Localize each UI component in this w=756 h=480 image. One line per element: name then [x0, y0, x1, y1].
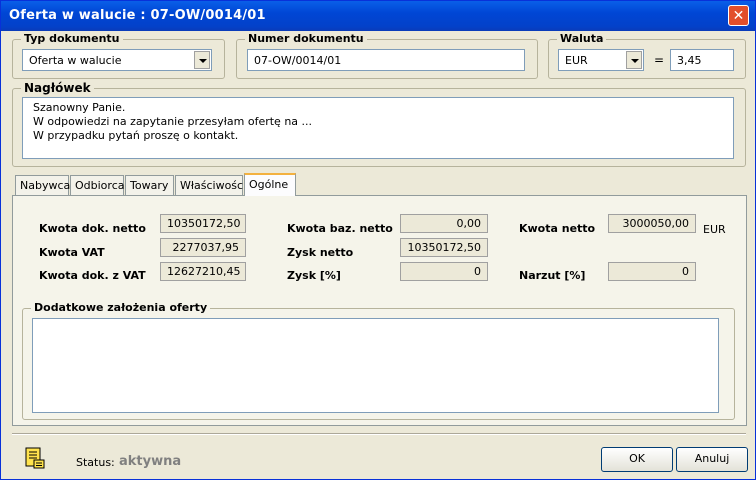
waluta-value: EUR	[565, 54, 588, 67]
kwota-dok-z-vat-label: Kwota dok. z VAT	[39, 269, 146, 282]
ok-button[interactable]: OK	[601, 447, 673, 472]
equals-sign: =	[654, 53, 665, 67]
narzut-pct-value: 0	[608, 262, 696, 281]
tab-ogolne[interactable]: Ogólne	[244, 173, 296, 196]
zysk-pct-label: Zysk [%]	[287, 269, 341, 282]
tab-towary[interactable]: Towary	[125, 175, 174, 195]
chevron-down-icon[interactable]	[194, 51, 210, 69]
kwota-dok-netto-label: Kwota dok. netto	[39, 222, 146, 235]
cancel-button[interactable]: Anuluj	[676, 447, 748, 472]
exchange-rate-field[interactable]: 3,45	[670, 49, 734, 71]
kwota-vat-value: 2277037,95	[160, 238, 246, 257]
document-icon	[23, 446, 47, 470]
kwota-netto-value: 3000050,00	[608, 214, 696, 233]
typ-dokumentu-value: Oferta w walucie	[29, 54, 122, 67]
numer-dokumentu-field[interactable]: 07-OW/0014/01	[247, 49, 525, 71]
naglowek-legend: Nagłówek	[21, 81, 94, 95]
tab-nabywca[interactable]: Nabywca	[15, 175, 70, 195]
divider	[12, 433, 746, 435]
status-label: Status:	[76, 456, 115, 469]
kwota-dok-z-vat-value: 12627210,45	[160, 262, 246, 281]
window-title: Oferta w walucie : 07-OW/0014/01	[9, 8, 266, 23]
dialog-window: Oferta w walucie : 07-OW/0014/01 ✕ Typ d…	[0, 0, 756, 480]
zysk-netto-value: 10350172,50	[400, 238, 488, 257]
naglowek-line: Szanowny Panie.	[33, 101, 126, 114]
kwota-netto-label: Kwota netto	[519, 222, 596, 235]
numer-dokumentu-legend: Numer dokumentu	[245, 32, 367, 45]
typ-dokumentu-legend: Typ dokumentu	[21, 32, 123, 45]
waluta-legend: Waluta	[557, 32, 607, 45]
close-icon: ✕	[732, 8, 745, 24]
tab-wlasciwosci[interactable]: Właściwości	[175, 175, 246, 195]
dodatkowe-legend: Dodatkowe założenia oferty	[31, 301, 211, 314]
tab-odbiorca[interactable]: Odbiorca	[70, 175, 124, 195]
narzut-pct-label: Narzut [%]	[519, 269, 586, 282]
title-bar[interactable]: Oferta w walucie : 07-OW/0014/01 ✕	[1, 1, 755, 31]
status-value: aktywna	[119, 454, 182, 469]
kwota-baz-netto-label: Kwota baz. netto	[287, 222, 393, 235]
naglowek-line: W odpowiedzi na zapytanie przesyłam ofer…	[33, 115, 313, 128]
chevron-down-icon[interactable]	[626, 51, 642, 69]
close-button[interactable]: ✕	[728, 5, 749, 26]
currency-label: EUR	[703, 223, 726, 236]
zysk-pct-value: 0	[400, 262, 488, 281]
kwota-dok-netto-value: 10350172,50	[160, 214, 246, 233]
waluta-select[interactable]: EUR	[558, 49, 644, 71]
naglowek-line: W przypadku pytań proszę o kontakt.	[33, 129, 239, 142]
dodatkowe-textarea[interactable]	[32, 318, 719, 413]
kwota-baz-netto-value: 0,00	[400, 214, 488, 233]
kwota-vat-label: Kwota VAT	[39, 246, 105, 259]
zysk-netto-label: Zysk netto	[287, 246, 354, 259]
typ-dokumentu-select[interactable]: Oferta w walucie	[22, 49, 212, 71]
naglowek-textarea[interactable]: Szanowny Panie. W odpowiedzi na zapytani…	[22, 97, 734, 159]
